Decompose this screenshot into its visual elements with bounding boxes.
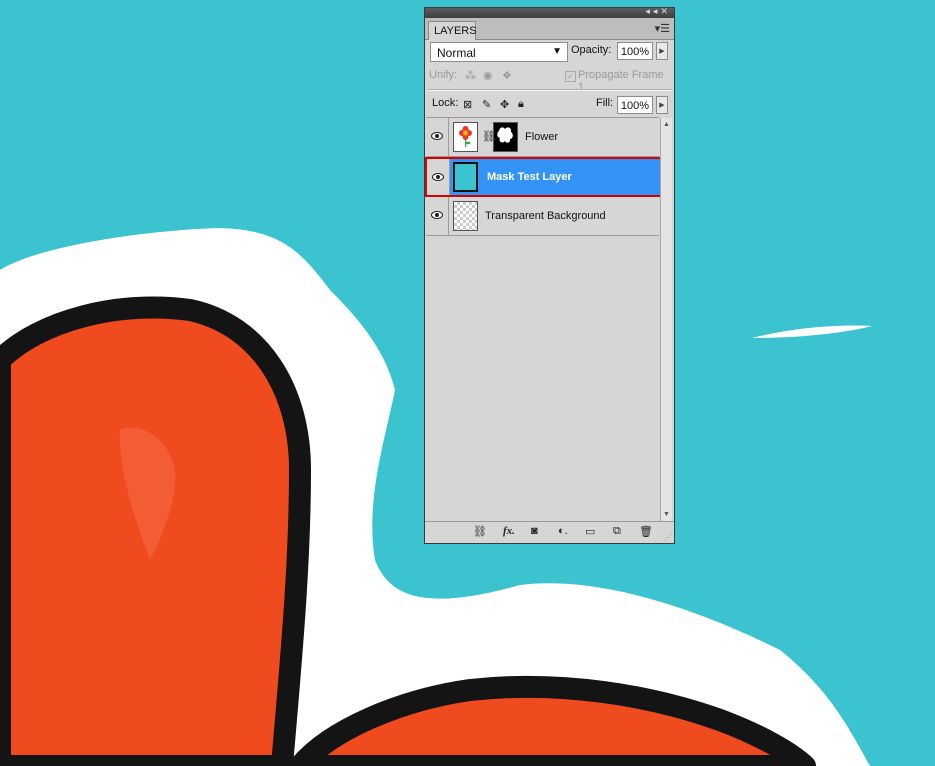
adjustment-layer-icon[interactable]: ◐. (558, 525, 568, 537)
layer-name: Flower (525, 131, 559, 143)
layers-list: ⛓︎ Flower Mask Test Layer Transparent Ba… (425, 117, 668, 522)
mask-thumbnail-icon (494, 123, 517, 151)
lock-all-icon[interactable]: 🔒︎ (518, 98, 524, 111)
unify-style-icon[interactable]: ❖ (502, 69, 512, 82)
fill-slider-arrow-icon[interactable]: ▶ (656, 96, 668, 114)
opacity-label: Opacity: (571, 44, 612, 56)
blend-mode-select[interactable]: Normal ▼ (430, 42, 568, 62)
fill-label: Fill: (596, 97, 614, 109)
layer-visibility-toggle[interactable] (426, 118, 449, 156)
scroll-up-icon[interactable]: ▲ (663, 121, 670, 128)
layer-thumbnail-flower (453, 122, 478, 152)
close-icon[interactable]: ✕ (660, 6, 671, 16)
eye-icon (431, 132, 443, 140)
eye-icon (432, 173, 444, 181)
layer-name: Mask Test Layer (487, 171, 572, 183)
new-group-icon[interactable]: ▭ (585, 525, 595, 538)
tab-layers[interactable]: LAYERS (428, 21, 477, 40)
resize-grip-icon[interactable]: ⋰ (664, 533, 672, 542)
panel-footer: ⛓︎ fx. ◙ ◐. ▭ ⧉ 🗑︎ ⋰ (425, 521, 674, 543)
layer-mask-thumbnail[interactable] (493, 122, 518, 152)
layer-thumbnail-transparent (453, 201, 478, 231)
layer-visibility-toggle[interactable] (427, 159, 450, 195)
layers-panel: ◂◂✕ LAYERS ▾☰ Normal ▼ Opacity: 100% ▶ U… (424, 6, 675, 544)
layer-thumbnail-mask-test (453, 162, 478, 192)
flower-thumbnail-icon (459, 126, 472, 147)
layers-scrollbar[interactable]: ▲ ▼ (660, 118, 672, 521)
blend-mode-value: Normal (437, 46, 476, 60)
lock-label: Lock: (432, 97, 459, 109)
trash-icon[interactable]: 🗑︎ (639, 525, 653, 538)
add-mask-icon[interactable]: ◙ (531, 525, 538, 537)
link-layers-icon[interactable]: ⛓︎ (473, 525, 487, 538)
unify-label: Unify: (429, 69, 458, 81)
panel-menu-icon[interactable]: ▾☰ (655, 22, 670, 35)
propagate-frame-checkbox[interactable]: ✓ (565, 71, 576, 82)
new-layer-icon[interactable]: ⧉ (613, 525, 621, 538)
layer-name: Transparent Background (485, 210, 606, 222)
layer-row-flower[interactable]: ⛓︎ Flower (426, 118, 659, 157)
double-chevron-left-icon[interactable]: ◂◂ (645, 6, 660, 16)
unify-position-icon[interactable]: ⁂ (465, 69, 476, 82)
layer-visibility-toggle[interactable] (426, 197, 449, 235)
unify-visibility-icon[interactable]: ◉ (483, 69, 493, 82)
lock-transparent-pixels-icon[interactable]: ⊠ (463, 98, 472, 111)
divider (427, 89, 672, 91)
chevron-down-icon: ▼ (552, 46, 562, 57)
unify-row: Unify: ⁂ ◉ ❖ ✓ Propagate Frame 1 (429, 69, 671, 93)
layer-row-transparent-background[interactable]: Transparent Background (426, 197, 659, 236)
opacity-slider-arrow-icon[interactable]: ▶ (656, 42, 668, 60)
fx-icon[interactable]: fx. (503, 525, 515, 537)
scroll-down-icon[interactable]: ▼ (663, 511, 670, 518)
panel-titlebar[interactable]: ◂◂✕ (425, 6, 674, 18)
fill-field[interactable]: 100% (617, 96, 653, 114)
panel-tab-row: LAYERS ▾☰ (425, 18, 674, 40)
lock-position-icon[interactable]: ✥ (500, 98, 509, 111)
opacity-field[interactable]: 100% (617, 42, 653, 60)
lock-image-pixels-icon[interactable]: ✎ (482, 98, 491, 111)
layer-row-mask-test[interactable]: Mask Test Layer (425, 157, 668, 197)
eye-icon (431, 211, 443, 219)
